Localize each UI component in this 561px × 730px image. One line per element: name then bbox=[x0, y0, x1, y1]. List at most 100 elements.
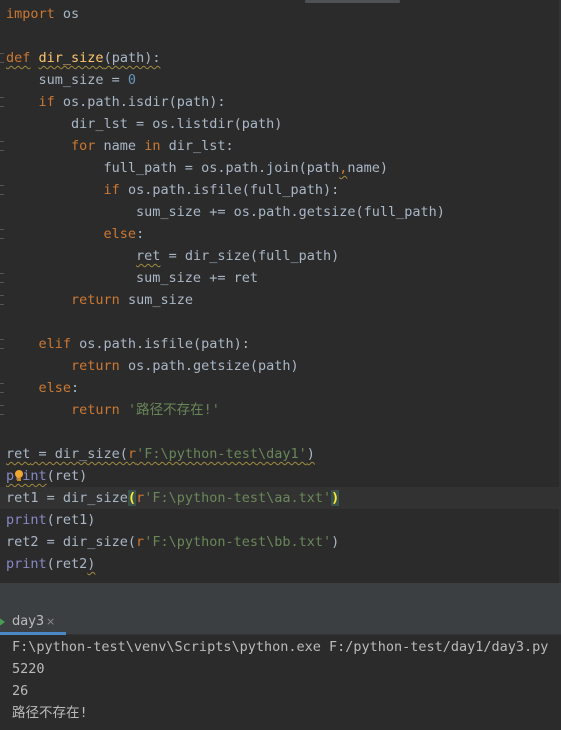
code-line[interactable]: for name in dir_lst: bbox=[0, 135, 559, 157]
code-token: (path): bbox=[103, 50, 161, 66]
code-token: return bbox=[71, 292, 120, 308]
code-token: r bbox=[136, 534, 145, 550]
console-line-output: 路径不存在! bbox=[12, 705, 88, 721]
code-token: def bbox=[6, 50, 31, 66]
code-line[interactable]: sum_size = 0 bbox=[0, 69, 559, 91]
code-line[interactable]: if os.path.isfile(full_path): bbox=[0, 179, 559, 201]
code-token: dir_lst: bbox=[160, 138, 234, 154]
code-line[interactable]: else: bbox=[0, 223, 559, 245]
console-line-output: 26 bbox=[12, 683, 29, 699]
code-line[interactable]: print(ret2) bbox=[0, 553, 559, 575]
code-line[interactable]: ret = dir_size(full_path) bbox=[0, 245, 559, 267]
code-token: os.path.isfile(full_path): bbox=[119, 182, 340, 198]
code-line[interactable]: return '路径不存在!' bbox=[0, 399, 559, 421]
code-token: return bbox=[71, 402, 120, 418]
fold-marker-icon[interactable] bbox=[0, 229, 4, 239]
code-token: dir_lst = os.listdir(path) bbox=[6, 116, 283, 132]
code-token: ) bbox=[87, 556, 96, 572]
fold-marker-icon[interactable] bbox=[0, 273, 4, 283]
code-token: : bbox=[136, 226, 145, 242]
code-line[interactable]: else: bbox=[0, 377, 559, 399]
fold-marker-icon[interactable] bbox=[0, 53, 4, 63]
code-token: sum_size += os.path.getsize(full_path) bbox=[6, 204, 445, 220]
fold-marker-icon[interactable] bbox=[0, 405, 4, 415]
run-tool-window-tabbar: day3 × bbox=[0, 609, 561, 635]
editor-panel-divider[interactable] bbox=[0, 583, 561, 609]
fold-marker-icon[interactable] bbox=[0, 185, 4, 195]
code-token: 0 bbox=[127, 72, 137, 88]
code-line[interactable]: print(ret1) bbox=[0, 509, 559, 531]
code-line[interactable]: import os bbox=[0, 3, 559, 25]
code-token: = dir_size( bbox=[30, 446, 128, 462]
fold-marker-icon[interactable] bbox=[0, 295, 4, 305]
code-token: r bbox=[127, 446, 137, 462]
code-token: r bbox=[136, 490, 145, 506]
code-token: return bbox=[71, 358, 120, 374]
code-lines: import os def dir_size(path): sum_size =… bbox=[0, 3, 559, 575]
fold-marker-icon[interactable] bbox=[0, 141, 4, 151]
code-token: ret bbox=[6, 446, 31, 462]
fold-marker-icon[interactable] bbox=[0, 97, 4, 107]
code-token: elif bbox=[38, 336, 72, 352]
code-token: os bbox=[54, 6, 80, 22]
code-token: 'F:\python-test\bb.txt' bbox=[144, 534, 332, 550]
code-editor[interactable]: import os def dir_size(path): sum_size =… bbox=[0, 0, 561, 583]
code-token: ret1 = dir_size bbox=[6, 490, 128, 506]
code-token: dir_size bbox=[38, 50, 104, 66]
fold-marker-icon[interactable] bbox=[0, 383, 4, 393]
code-token: 'F:\python-test\day1' bbox=[136, 446, 307, 462]
code-token: ) bbox=[331, 490, 340, 506]
run-tab-day3[interactable]: day3 × bbox=[0, 609, 66, 635]
code-token: ret2 = dir_size( bbox=[6, 534, 137, 550]
code-token: (ret) bbox=[46, 468, 88, 484]
code-token: ) bbox=[306, 446, 315, 462]
code-line[interactable]: sum_size += ret bbox=[0, 267, 559, 289]
code-token: sum_size = bbox=[6, 72, 128, 88]
code-line[interactable]: sum_size += os.path.getsize(full_path) bbox=[0, 201, 559, 223]
code-line[interactable]: if os.path.isdir(path): bbox=[0, 91, 559, 113]
code-line[interactable] bbox=[0, 25, 559, 47]
code-token: '路径不存在!' bbox=[127, 402, 220, 418]
code-token: full_path = os.path.join(path bbox=[6, 160, 340, 176]
code-token: else bbox=[103, 226, 137, 242]
console-line-output: 5220 bbox=[12, 661, 45, 677]
code-token: name bbox=[95, 138, 145, 154]
code-token: ret bbox=[136, 248, 161, 264]
code-token: : bbox=[71, 380, 80, 396]
code-line[interactable]: def dir_size(path): bbox=[0, 47, 559, 69]
code-line[interactable]: ret = dir_size(r'F:\python-test\day1') bbox=[0, 443, 559, 465]
code-token: in bbox=[144, 138, 161, 154]
code-line[interactable]: dir_lst = os.listdir(path) bbox=[0, 113, 559, 135]
code-line[interactable]: elif os.path.isfile(path): bbox=[0, 333, 559, 355]
code-line[interactable] bbox=[0, 421, 559, 443]
code-token: for bbox=[71, 138, 96, 154]
code-line[interactable]: ret1 = dir_size(r'F:\python-test\aa.txt'… bbox=[0, 487, 559, 509]
code-line[interactable]: print(ret) bbox=[0, 465, 559, 487]
code-token: os.path.isdir(path): bbox=[54, 94, 226, 110]
code-token: ( bbox=[127, 490, 137, 506]
run-console[interactable]: F:\python-test\venv\Scripts\python.exe F… bbox=[0, 635, 561, 730]
intention-bulb-icon[interactable] bbox=[14, 470, 24, 482]
code-line[interactable]: return sum_size bbox=[0, 289, 559, 311]
code-line[interactable]: return os.path.getsize(path) bbox=[0, 355, 559, 377]
code-line[interactable]: full_path = os.path.join(path,name) bbox=[0, 157, 559, 179]
code-token: print bbox=[6, 556, 47, 572]
code-token: (ret2 bbox=[46, 556, 88, 572]
code-line[interactable] bbox=[0, 311, 559, 333]
code-token: else bbox=[38, 380, 72, 396]
fold-marker-icon[interactable] bbox=[0, 339, 4, 349]
code-token: ) bbox=[331, 534, 340, 550]
code-token: sum_size bbox=[119, 292, 193, 308]
code-line[interactable]: ret2 = dir_size(r'F:\python-test\bb.txt'… bbox=[0, 531, 559, 553]
code-token: sum_size += ret bbox=[6, 270, 258, 286]
code-token: import bbox=[6, 6, 55, 22]
